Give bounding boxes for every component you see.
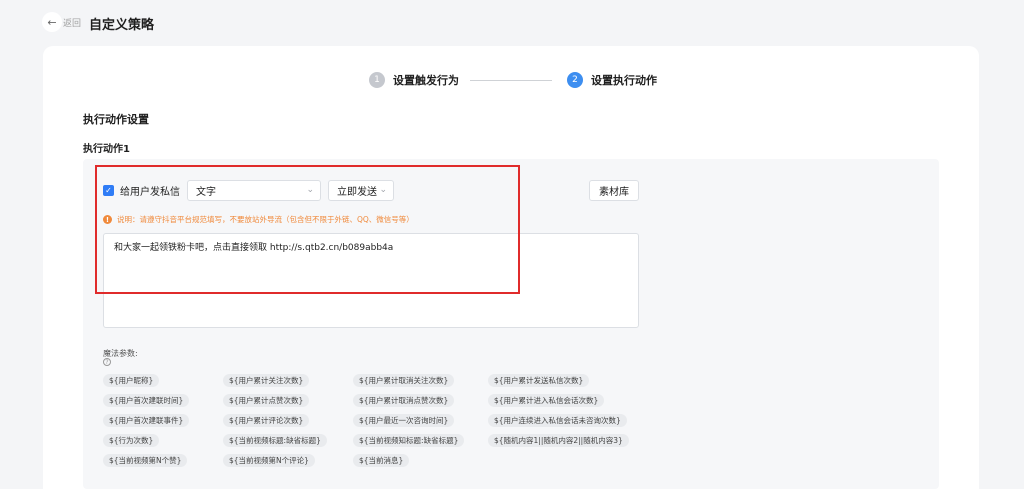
step-1[interactable]: 1 设置触发行为: [369, 72, 459, 88]
step-2[interactable]: 2 设置执行动作: [567, 72, 657, 88]
param-tag[interactable]: ${当前消息}: [353, 454, 410, 467]
param-tag[interactable]: ${用户首次建联时间}: [103, 394, 190, 407]
param-tag[interactable]: ${当前视频第N个评论}: [223, 454, 315, 467]
material-library-button[interactable]: 素材库: [589, 180, 639, 201]
param-tag[interactable]: ${用户累计评论次数}: [223, 414, 310, 427]
section-title: 执行动作设置: [83, 113, 149, 126]
param-tag[interactable]: ${用户连续进入私信会话未咨询次数}: [488, 414, 627, 427]
param-tag[interactable]: ${用户累计取消关注次数}: [353, 374, 455, 387]
action-title: 执行动作1: [83, 144, 130, 155]
param-tag[interactable]: ${用户累计点赞次数}: [223, 394, 310, 407]
param-tag[interactable]: ${当前视频第N个赞}: [103, 454, 188, 467]
param-tag[interactable]: ${当前视频标题:缺省标题}: [223, 434, 327, 447]
highlight-annotation: [95, 165, 520, 294]
back-label[interactable]: 返回: [63, 16, 81, 29]
param-tag[interactable]: ${用户昵称}: [103, 374, 160, 387]
step-1-label: 设置触发行为: [393, 74, 459, 87]
param-tag[interactable]: ${用户最近一次咨询时间}: [353, 414, 455, 427]
param-tag[interactable]: ${用户累计取消点赞次数}: [353, 394, 455, 407]
param-tag[interactable]: ${当前视频知标题:缺省标题}: [353, 434, 465, 447]
param-tag[interactable]: ${行为次数}: [103, 434, 160, 447]
param-tag[interactable]: ${随机内容1||随机内容2||随机内容3}: [488, 434, 629, 447]
arrow-left-icon: ←: [47, 15, 57, 29]
param-tag[interactable]: ${用户首次建联事件}: [103, 414, 190, 427]
step-2-number: 2: [567, 72, 583, 88]
back-button[interactable]: ←: [42, 12, 62, 32]
step-2-label: 设置执行动作: [591, 74, 657, 87]
help-icon[interactable]: ?: [103, 358, 111, 366]
step-1-number: 1: [369, 72, 385, 88]
param-tag[interactable]: ${用户累计进入私信会话次数}: [488, 394, 605, 407]
step-connector: [470, 80, 552, 81]
step-indicator: 1 设置触发行为 2 设置执行动作: [0, 72, 1024, 92]
page-title: 自定义策略: [89, 18, 155, 33]
param-tag[interactable]: ${用户累计发送私信次数}: [488, 374, 590, 387]
param-tag[interactable]: ${用户累计关注次数}: [223, 374, 310, 387]
top-bar: ← 返回 自定义策略: [0, 0, 1024, 46]
